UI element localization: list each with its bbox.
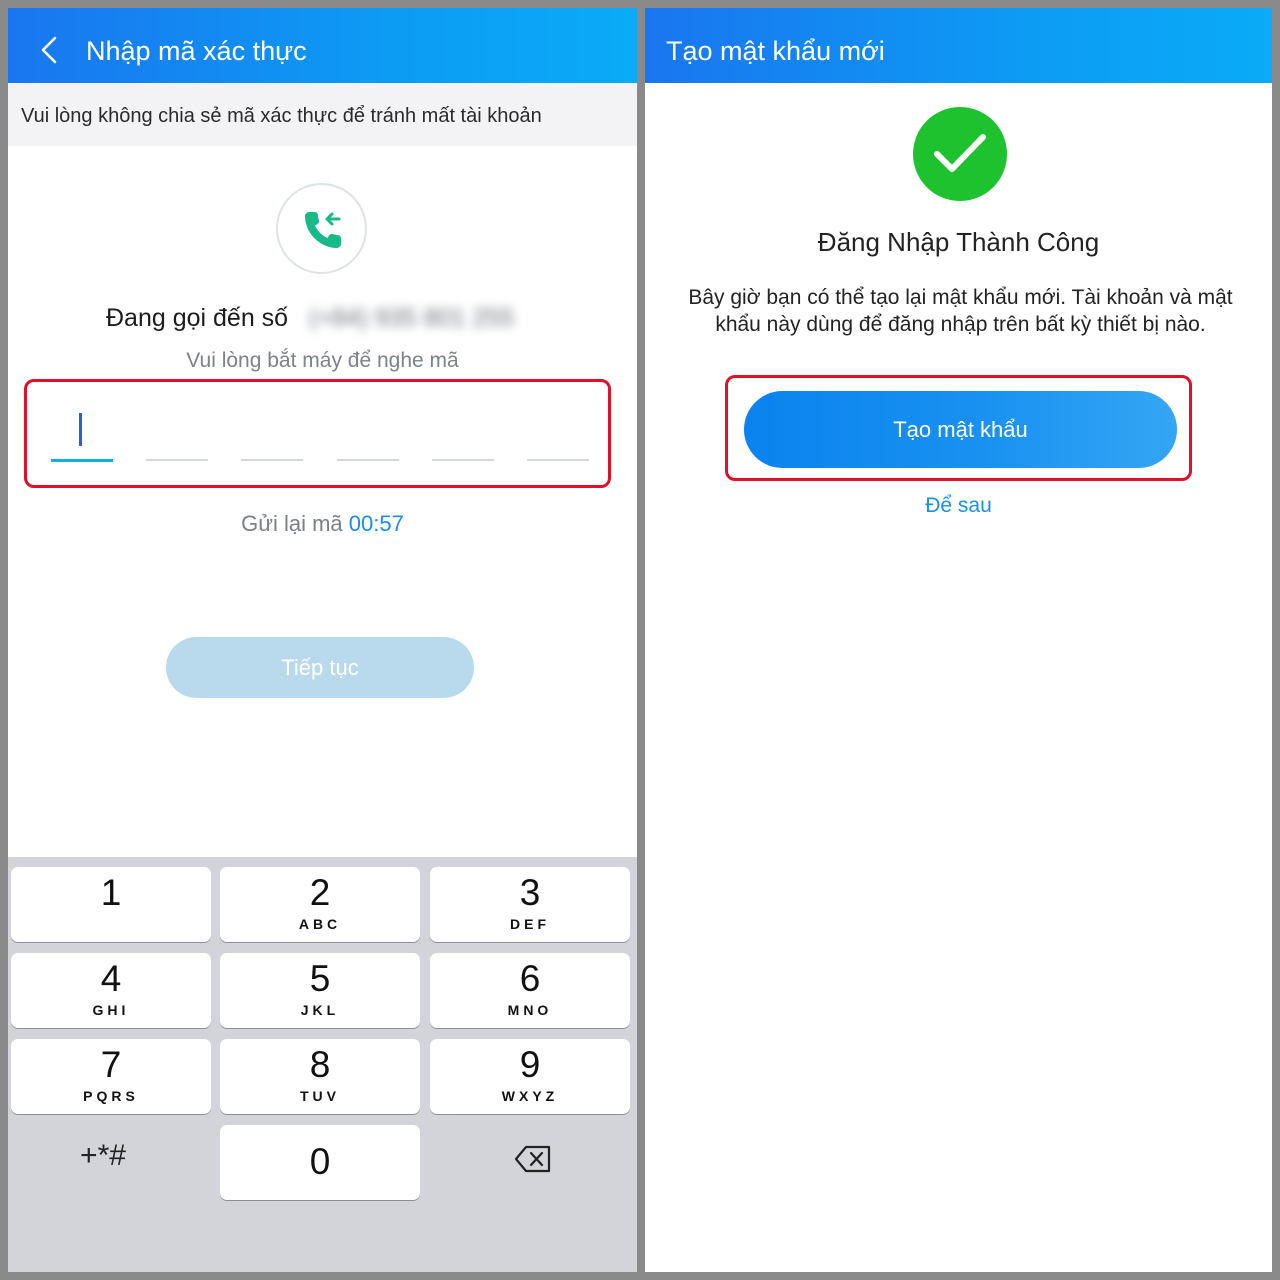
key-4[interactable]: 4 GHI — [11, 953, 211, 1028]
verification-screen: Nhập mã xác thực Vui lòng không chia sẻ … — [8, 8, 637, 1272]
phone-number-blurred: (+84) 935 801 255 — [309, 304, 515, 332]
key-digit: 5 — [309, 958, 331, 999]
key-digit: 4 — [100, 958, 122, 999]
key-5[interactable]: 5 JKL — [220, 953, 420, 1028]
resend-timer: 00:57 — [348, 511, 404, 536]
key-digit: 3 — [519, 872, 541, 913]
code-slot-1[interactable] — [51, 459, 113, 462]
success-title: Đăng Nhập Thành Công — [817, 227, 1100, 257]
code-slot-2[interactable] — [146, 459, 208, 461]
key-1[interactable]: 1 — [11, 867, 211, 942]
symbols-key[interactable]: +*# — [8, 1125, 203, 1200]
key-6[interactable]: 6 MNO — [430, 953, 630, 1028]
calling-row: Đang gọi đến số (+84) 935 801 255 — [106, 304, 566, 338]
key-letters: PQRS — [83, 1088, 139, 1104]
key-letters: ABC — [298, 916, 342, 932]
continue-button[interactable]: Tiếp tục — [166, 637, 474, 698]
key-letters: DEF — [510, 916, 550, 932]
later-link[interactable]: Để sau — [645, 494, 1272, 518]
key-letters: GHI — [92, 1002, 130, 1018]
key-letters: JKL — [300, 1002, 340, 1018]
key-digit: 9 — [519, 1044, 541, 1085]
page-title: Nhập mã xác thực — [86, 36, 307, 66]
code-slot-5[interactable] — [432, 459, 494, 461]
resend-code[interactable]: Gửi lại mã 00:57 — [8, 511, 637, 537]
key-0[interactable]: 0 — [220, 1125, 420, 1200]
code-slot-4[interactable] — [337, 459, 399, 461]
calling-label: Đang gọi đến số — [106, 304, 289, 332]
symbols-label: +*# — [80, 1139, 126, 1172]
security-notice: Vui lòng không chia sẻ mã xác thực để tr… — [8, 83, 637, 146]
key-digit: 6 — [519, 958, 541, 999]
code-slot-3[interactable] — [241, 459, 303, 461]
key-letters: MNO — [507, 1002, 553, 1018]
notice-text: Vui lòng không chia sẻ mã xác thực để tr… — [21, 105, 542, 127]
key-9[interactable]: 9 WXYZ — [430, 1039, 630, 1114]
key-letters: WXYZ — [501, 1088, 559, 1104]
resend-label: Gửi lại mã — [241, 511, 343, 536]
key-digit: 2 — [309, 872, 331, 913]
create-password-button[interactable]: Tạo mật khẩu — [744, 391, 1177, 468]
page-title: Tạo mật khẩu mới — [666, 36, 885, 66]
delete-key[interactable] — [430, 1125, 630, 1200]
key-digit: 1 — [100, 872, 122, 913]
numeric-keypad: 1 2 ABC 3 DEF 4 GHI 5 JKL 6 MNO 7 PQRS 8 — [8, 857, 637, 1272]
back-arrow-icon[interactable] — [36, 34, 64, 66]
phone-incoming-icon — [305, 212, 341, 248]
code-input-highlight — [24, 379, 611, 488]
key-digit: 0 — [309, 1141, 331, 1182]
incoming-call-icon-container — [276, 183, 367, 274]
code-slot-6[interactable] — [527, 459, 589, 461]
backspace-icon — [514, 1145, 551, 1173]
key-7[interactable]: 7 PQRS — [11, 1039, 211, 1114]
key-2[interactable]: 2 ABC — [220, 867, 420, 942]
header-bar: Nhập mã xác thực — [8, 8, 637, 83]
text-caret — [79, 413, 82, 446]
key-8[interactable]: 8 TUV — [220, 1039, 420, 1114]
key-digit: 8 — [309, 1044, 331, 1085]
answer-hint: Vui lòng bắt máy để nghe mã — [186, 349, 459, 372]
key-3[interactable]: 3 DEF — [430, 867, 630, 942]
key-digit: 7 — [100, 1044, 122, 1085]
header-bar: Tạo mật khẩu mới — [645, 8, 1272, 83]
success-description: Bây giờ bạn có thể tạo lại mật khẩu mới.… — [688, 286, 1233, 336]
key-letters: TUV — [300, 1088, 340, 1104]
checkmark-icon — [934, 134, 986, 172]
success-badge — [913, 107, 1007, 201]
create-password-screen: Tạo mật khẩu mới Đăng Nhập Thành Công Bâ… — [645, 8, 1272, 1272]
